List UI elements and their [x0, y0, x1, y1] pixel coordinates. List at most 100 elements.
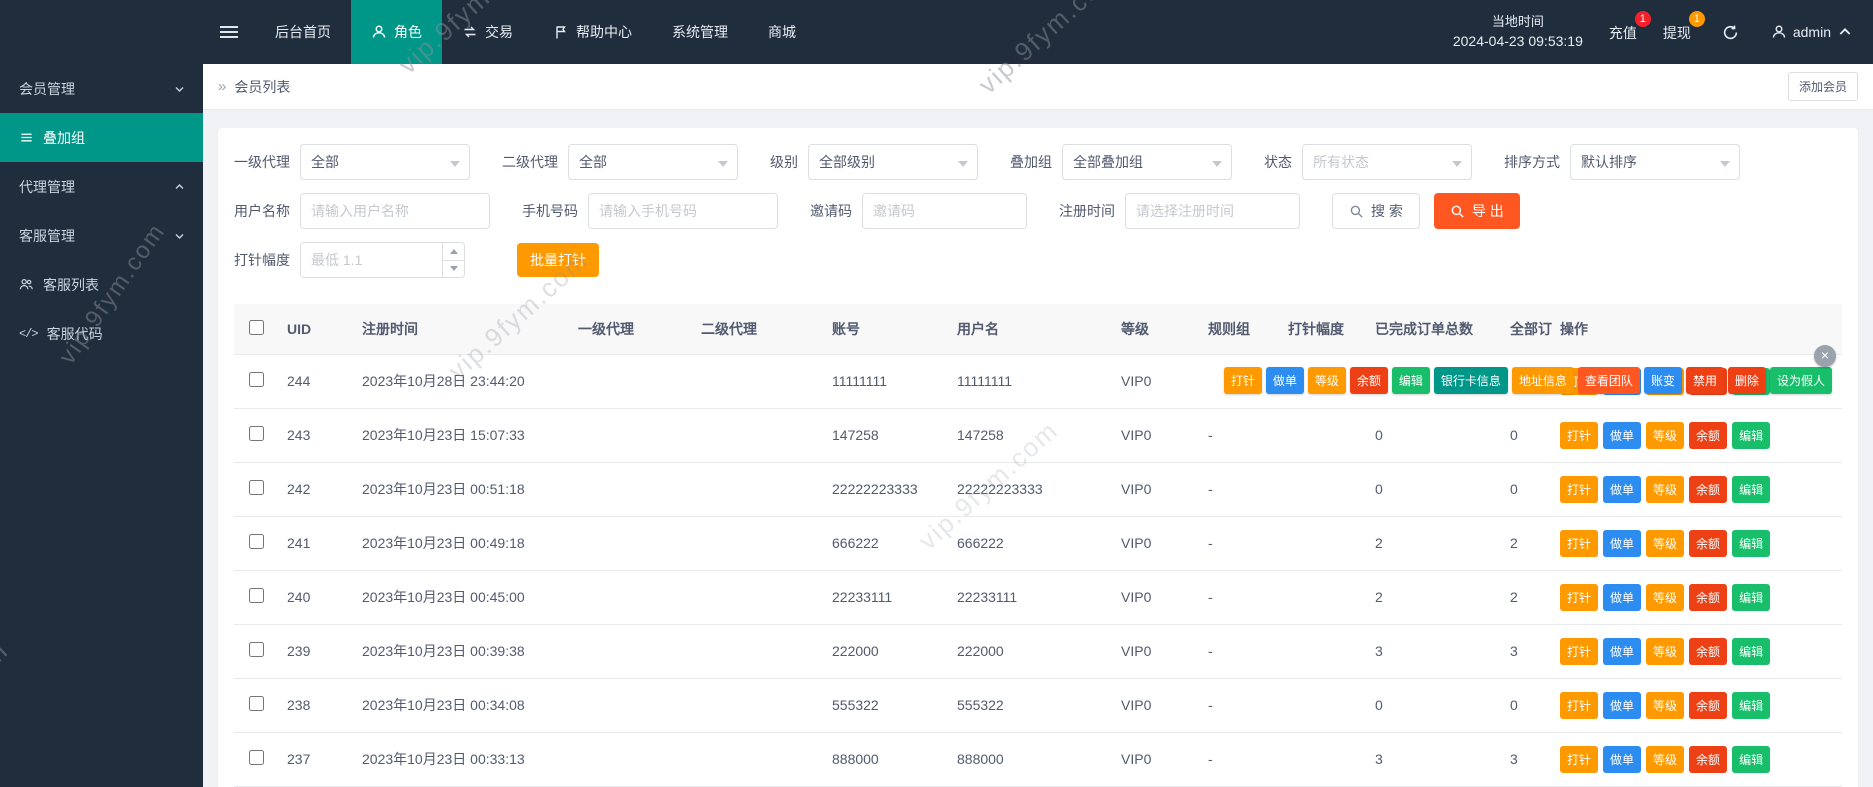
- row-action-balance-button[interactable]: 余额: [1689, 530, 1727, 557]
- row-action-edit-button[interactable]: 编辑: [1732, 746, 1770, 773]
- popup-action-inject-button[interactable]: 打针: [1224, 367, 1262, 394]
- row-action-make-order-button[interactable]: 做单: [1603, 530, 1641, 557]
- row-action-make-order-button[interactable]: 做单: [1603, 746, 1641, 773]
- popup-action-disable-button[interactable]: 禁用: [1686, 367, 1724, 394]
- sidebar-item-service-code[interactable]: </> 客服代码: [0, 309, 203, 358]
- row-checkbox[interactable]: [249, 696, 264, 711]
- row-action-level-button[interactable]: 等级: [1646, 584, 1684, 611]
- nav-item-dashboard[interactable]: 后台首页: [255, 0, 351, 64]
- admin-menu[interactable]: admin: [1771, 24, 1853, 40]
- nav-item-roles[interactable]: 角色: [351, 0, 442, 64]
- agent1-select[interactable]: 全部: [300, 144, 470, 180]
- row-action-balance-button[interactable]: 余额: [1689, 476, 1727, 503]
- stepper-up-icon[interactable]: [443, 243, 464, 261]
- nav-item-trade[interactable]: 交易: [442, 0, 533, 64]
- cell-account: 888000: [824, 732, 949, 786]
- row-checkbox[interactable]: [249, 534, 264, 549]
- withdraw-link[interactable]: 提现 1: [1663, 21, 1691, 43]
- row-action-inject-button[interactable]: 打针: [1560, 692, 1598, 719]
- row-action-edit-button[interactable]: 编辑: [1732, 638, 1770, 665]
- nav-label: 角色: [394, 22, 422, 42]
- popup-action-level-button[interactable]: 等级: [1308, 367, 1346, 394]
- nav-item-help-center[interactable]: 帮助中心: [533, 0, 652, 64]
- col-inject-range: 打针幅度: [1280, 304, 1367, 354]
- row-action-make-order-button[interactable]: 做单: [1603, 422, 1641, 449]
- row-checkbox[interactable]: [249, 480, 264, 495]
- row-action-make-order-button[interactable]: 做单: [1603, 476, 1641, 503]
- popup-action-balance-button[interactable]: 余额: [1350, 367, 1388, 394]
- row-action-edit-button[interactable]: 编辑: [1732, 584, 1770, 611]
- row-action-edit-button[interactable]: 编辑: [1732, 692, 1770, 719]
- row-action-make-order-button[interactable]: 做单: [1603, 638, 1641, 665]
- phone-input[interactable]: [588, 193, 778, 229]
- row-checkbox[interactable]: [249, 372, 264, 387]
- row-action-inject-button[interactable]: 打针: [1560, 638, 1598, 665]
- popup-action-bank-card-info-button[interactable]: 银行卡信息: [1434, 367, 1508, 394]
- row-action-inject-button[interactable]: 打针: [1560, 476, 1598, 503]
- row-action-balance-button[interactable]: 余额: [1689, 584, 1727, 611]
- nav-label: 商城: [768, 22, 796, 42]
- cell-account: 222000: [824, 624, 949, 678]
- row-action-level-button[interactable]: 等级: [1646, 422, 1684, 449]
- export-button[interactable]: 导 出: [1434, 193, 1520, 229]
- cell-username: 11111111: [949, 354, 1113, 408]
- nav-item-system[interactable]: 系统管理: [652, 0, 748, 64]
- inject-range-input[interactable]: [301, 243, 442, 277]
- sidebar-item-stack-group[interactable]: 叠加组: [0, 113, 203, 162]
- row-action-balance-button[interactable]: 余额: [1689, 638, 1727, 665]
- sidebar-item-service-list[interactable]: 客服列表: [0, 260, 203, 309]
- agent2-select[interactable]: 全部: [568, 144, 738, 180]
- row-action-inject-button[interactable]: 打针: [1560, 746, 1598, 773]
- row-action-balance-button[interactable]: 余额: [1689, 422, 1727, 449]
- add-member-button[interactable]: 添加会员: [1788, 72, 1858, 101]
- popup-action-delete-button[interactable]: 删除: [1728, 367, 1766, 394]
- username-input[interactable]: [300, 193, 490, 229]
- row-action-level-button[interactable]: 等级: [1646, 476, 1684, 503]
- search-button[interactable]: 搜 索: [1332, 193, 1420, 229]
- row-action-inject-button[interactable]: 打针: [1560, 530, 1598, 557]
- row-checkbox[interactable]: [249, 642, 264, 657]
- row-action-make-order-button[interactable]: 做单: [1603, 692, 1641, 719]
- stack-group-select[interactable]: 全部叠加组: [1062, 144, 1232, 180]
- popup-action-make-order-button[interactable]: 做单: [1266, 367, 1304, 394]
- stepper-down-icon[interactable]: [443, 261, 464, 278]
- row-action-edit-button[interactable]: 编辑: [1732, 422, 1770, 449]
- inject-range-stepper: [300, 242, 465, 278]
- row-action-balance-button[interactable]: 余额: [1689, 692, 1727, 719]
- close-icon[interactable]: ×: [1814, 345, 1836, 367]
- sort-select[interactable]: 默认排序: [1570, 144, 1740, 180]
- reg-time-input[interactable]: [1125, 193, 1300, 229]
- level-select[interactable]: 全部级别: [808, 144, 978, 180]
- row-action-inject-button[interactable]: 打针: [1560, 584, 1598, 611]
- row-action-edit-button[interactable]: 编辑: [1732, 476, 1770, 503]
- sidebar-item-agent-management[interactable]: 代理管理: [0, 162, 203, 211]
- row-action-balance-button[interactable]: 余额: [1689, 746, 1727, 773]
- row-checkbox[interactable]: [249, 750, 264, 765]
- status-select[interactable]: 所有状态: [1302, 144, 1472, 180]
- nav-item-mall[interactable]: 商城: [748, 0, 816, 64]
- popup-action-address-info-button[interactable]: 地址信息: [1512, 367, 1574, 394]
- row-action-level-button[interactable]: 等级: [1646, 692, 1684, 719]
- row-action-make-order-button[interactable]: 做单: [1603, 584, 1641, 611]
- refresh-icon[interactable]: [1717, 18, 1745, 46]
- row-action-level-button[interactable]: 等级: [1646, 638, 1684, 665]
- select-all-checkbox[interactable]: [249, 320, 264, 335]
- row-action-level-button[interactable]: 等级: [1646, 530, 1684, 557]
- recharge-link[interactable]: 充值 1: [1609, 21, 1637, 43]
- hamburger-menu-icon[interactable]: [203, 0, 255, 64]
- row-checkbox[interactable]: [249, 588, 264, 603]
- sidebar-item-member-management[interactable]: 会员管理: [0, 64, 203, 113]
- sidebar-item-service-management[interactable]: 客服管理: [0, 211, 203, 260]
- row-action-level-button[interactable]: 等级: [1646, 746, 1684, 773]
- popup-buttons: 打针做单等级余额编辑银行卡信息地址信息查看团队账变禁用删除设为假人: [1220, 367, 1832, 394]
- row-checkbox[interactable]: [249, 426, 264, 441]
- popup-action-view-team-button[interactable]: 查看团队: [1578, 367, 1640, 394]
- popup-action-edit-button[interactable]: 编辑: [1392, 367, 1430, 394]
- row-action-edit-button[interactable]: 编辑: [1732, 530, 1770, 557]
- batch-inject-button[interactable]: 批量打针: [517, 243, 599, 277]
- invite-code-input[interactable]: [862, 193, 1027, 229]
- chevron-down-icon: [1452, 161, 1462, 167]
- popup-action-set-fake-button[interactable]: 设为假人: [1770, 367, 1832, 394]
- popup-action-account-change-button[interactable]: 账变: [1644, 367, 1682, 394]
- row-action-inject-button[interactable]: 打针: [1560, 422, 1598, 449]
